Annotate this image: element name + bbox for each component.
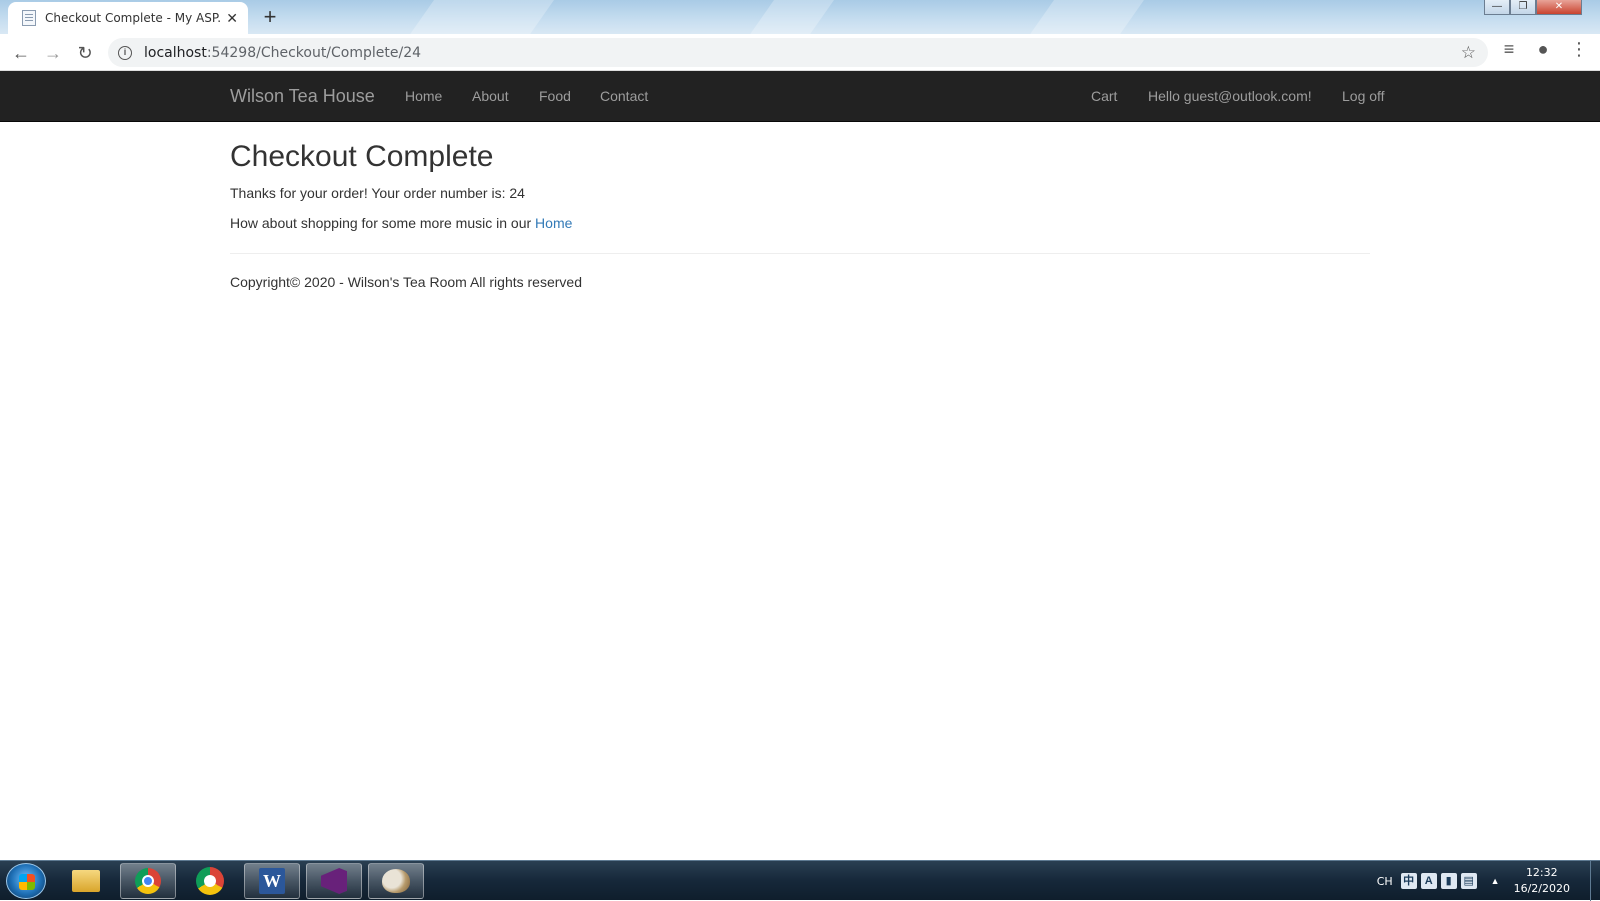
- nav-link-logoff[interactable]: Log off: [1342, 88, 1385, 104]
- reload-icon[interactable]: ↻: [72, 40, 98, 66]
- input-mode-icon[interactable]: A: [1420, 873, 1437, 889]
- show-desktop-button[interactable]: [1590, 861, 1600, 901]
- window-glass-decoration: [391, 0, 569, 34]
- browser-chrome: Checkout Complete - My ASP.NET Applicati…: [0, 0, 1600, 71]
- page-title: Checkout Complete: [230, 140, 494, 173]
- browser-toolbar: ← → ↻ i localhost:54298/Checkout/Complet…: [0, 34, 1600, 71]
- nav-link-about[interactable]: About: [472, 88, 509, 104]
- taskbar-visual-studio[interactable]: [306, 863, 362, 899]
- nav-link-contact[interactable]: Contact: [600, 88, 648, 104]
- maximize-button[interactable]: ❐: [1510, 0, 1536, 15]
- url-host: localhost: [144, 44, 207, 61]
- clock-date: 16/2/2020: [1513, 882, 1570, 895]
- url-text[interactable]: localhost:54298/Checkout/Complete/24: [144, 45, 421, 61]
- word-icon: W: [259, 868, 285, 894]
- site-info-icon[interactable]: i: [118, 45, 132, 60]
- browser-tab-active[interactable]: Checkout Complete - My ASP.NET Applicati…: [8, 2, 248, 34]
- continue-shopping-text: How about shopping for some more music i…: [230, 213, 1370, 233]
- home-link[interactable]: Home: [535, 215, 572, 231]
- tab-close-icon[interactable]: ✕: [226, 10, 238, 27]
- windows-logo-icon: [19, 874, 35, 890]
- clock-time: 12:32: [1525, 866, 1558, 879]
- page-favicon-icon: [22, 10, 36, 26]
- order-confirmation-text: Thanks for your order! Your order number…: [230, 185, 525, 201]
- window-glass-decoration: [731, 0, 849, 34]
- new-tab-button[interactable]: +: [256, 4, 284, 30]
- tab-title: Checkout Complete - My ASP.NET Applicati…: [45, 11, 221, 25]
- ime-pad-icon[interactable]: ▤: [1460, 873, 1477, 889]
- nav-link-cart[interactable]: Cart: [1091, 88, 1117, 104]
- forward-icon[interactable]: →: [40, 40, 66, 66]
- account-icon[interactable]: ●: [1530, 39, 1556, 60]
- navbar-brand[interactable]: Wilson Tea House: [230, 86, 375, 107]
- start-button[interactable]: [6, 863, 46, 899]
- taskbar-explorer[interactable]: [58, 863, 114, 899]
- page-footer: Copyright© 2020 - Wilson's Tea Room All …: [230, 274, 582, 290]
- folder-icon: [72, 870, 100, 892]
- url-path: :54298/Checkout/Complete/24: [206, 44, 422, 61]
- nav-link-home[interactable]: Home: [405, 88, 442, 104]
- bookmark-star-icon[interactable]: ☆: [1461, 43, 1476, 63]
- continue-shopping-label: How about shopping for some more music i…: [230, 215, 536, 231]
- chrome-app-icon: [196, 867, 224, 895]
- taskbar-chrome[interactable]: [120, 863, 176, 899]
- site-navbar: Wilson Tea House Home About Food Contact…: [0, 71, 1600, 122]
- media-queue-icon[interactable]: ≡: [1496, 39, 1522, 60]
- window-controls: — ❐ ✕: [1484, 0, 1582, 15]
- system-tray: CH 中 A ▮ ▤ ▲ 12:32 16/2/2020: [1377, 861, 1600, 901]
- kebab-menu-icon[interactable]: ⋮: [1566, 39, 1592, 60]
- address-bar[interactable]: i localhost:54298/Checkout/Complete/24 ☆: [108, 38, 1488, 67]
- ime-icon[interactable]: 中: [1400, 873, 1417, 889]
- close-window-button[interactable]: ✕: [1536, 0, 1582, 15]
- clock[interactable]: 12:32 16/2/2020: [1514, 865, 1570, 897]
- main-content: Checkout Complete Thanks for your order!…: [230, 122, 1370, 290]
- footer-divider: [230, 253, 1370, 254]
- chrome-icon: [135, 868, 161, 894]
- taskbar-word[interactable]: W: [244, 863, 300, 899]
- tab-strip: Checkout Complete - My ASP.NET Applicati…: [0, 0, 1600, 34]
- minimize-button[interactable]: —: [1484, 0, 1510, 15]
- nav-link-account[interactable]: Hello guest@outlook.com!: [1148, 88, 1312, 104]
- back-icon[interactable]: ←: [8, 40, 34, 66]
- nav-link-food[interactable]: Food: [539, 88, 571, 104]
- taskbar-paint[interactable]: [368, 863, 424, 899]
- show-hidden-icons-icon[interactable]: ▲: [1491, 876, 1500, 886]
- windows-taskbar: W CH 中 A ▮ ▤ ▲ 12:32 16/2/2020: [0, 860, 1600, 901]
- paint-palette-icon: [382, 869, 410, 893]
- keyboard-layout-icon[interactable]: ▮: [1440, 873, 1457, 889]
- visual-studio-icon: [321, 868, 347, 894]
- taskbar-chrome-app[interactable]: [182, 863, 238, 899]
- window-glass-decoration: [1011, 0, 1159, 34]
- language-indicator[interactable]: CH: [1377, 875, 1393, 888]
